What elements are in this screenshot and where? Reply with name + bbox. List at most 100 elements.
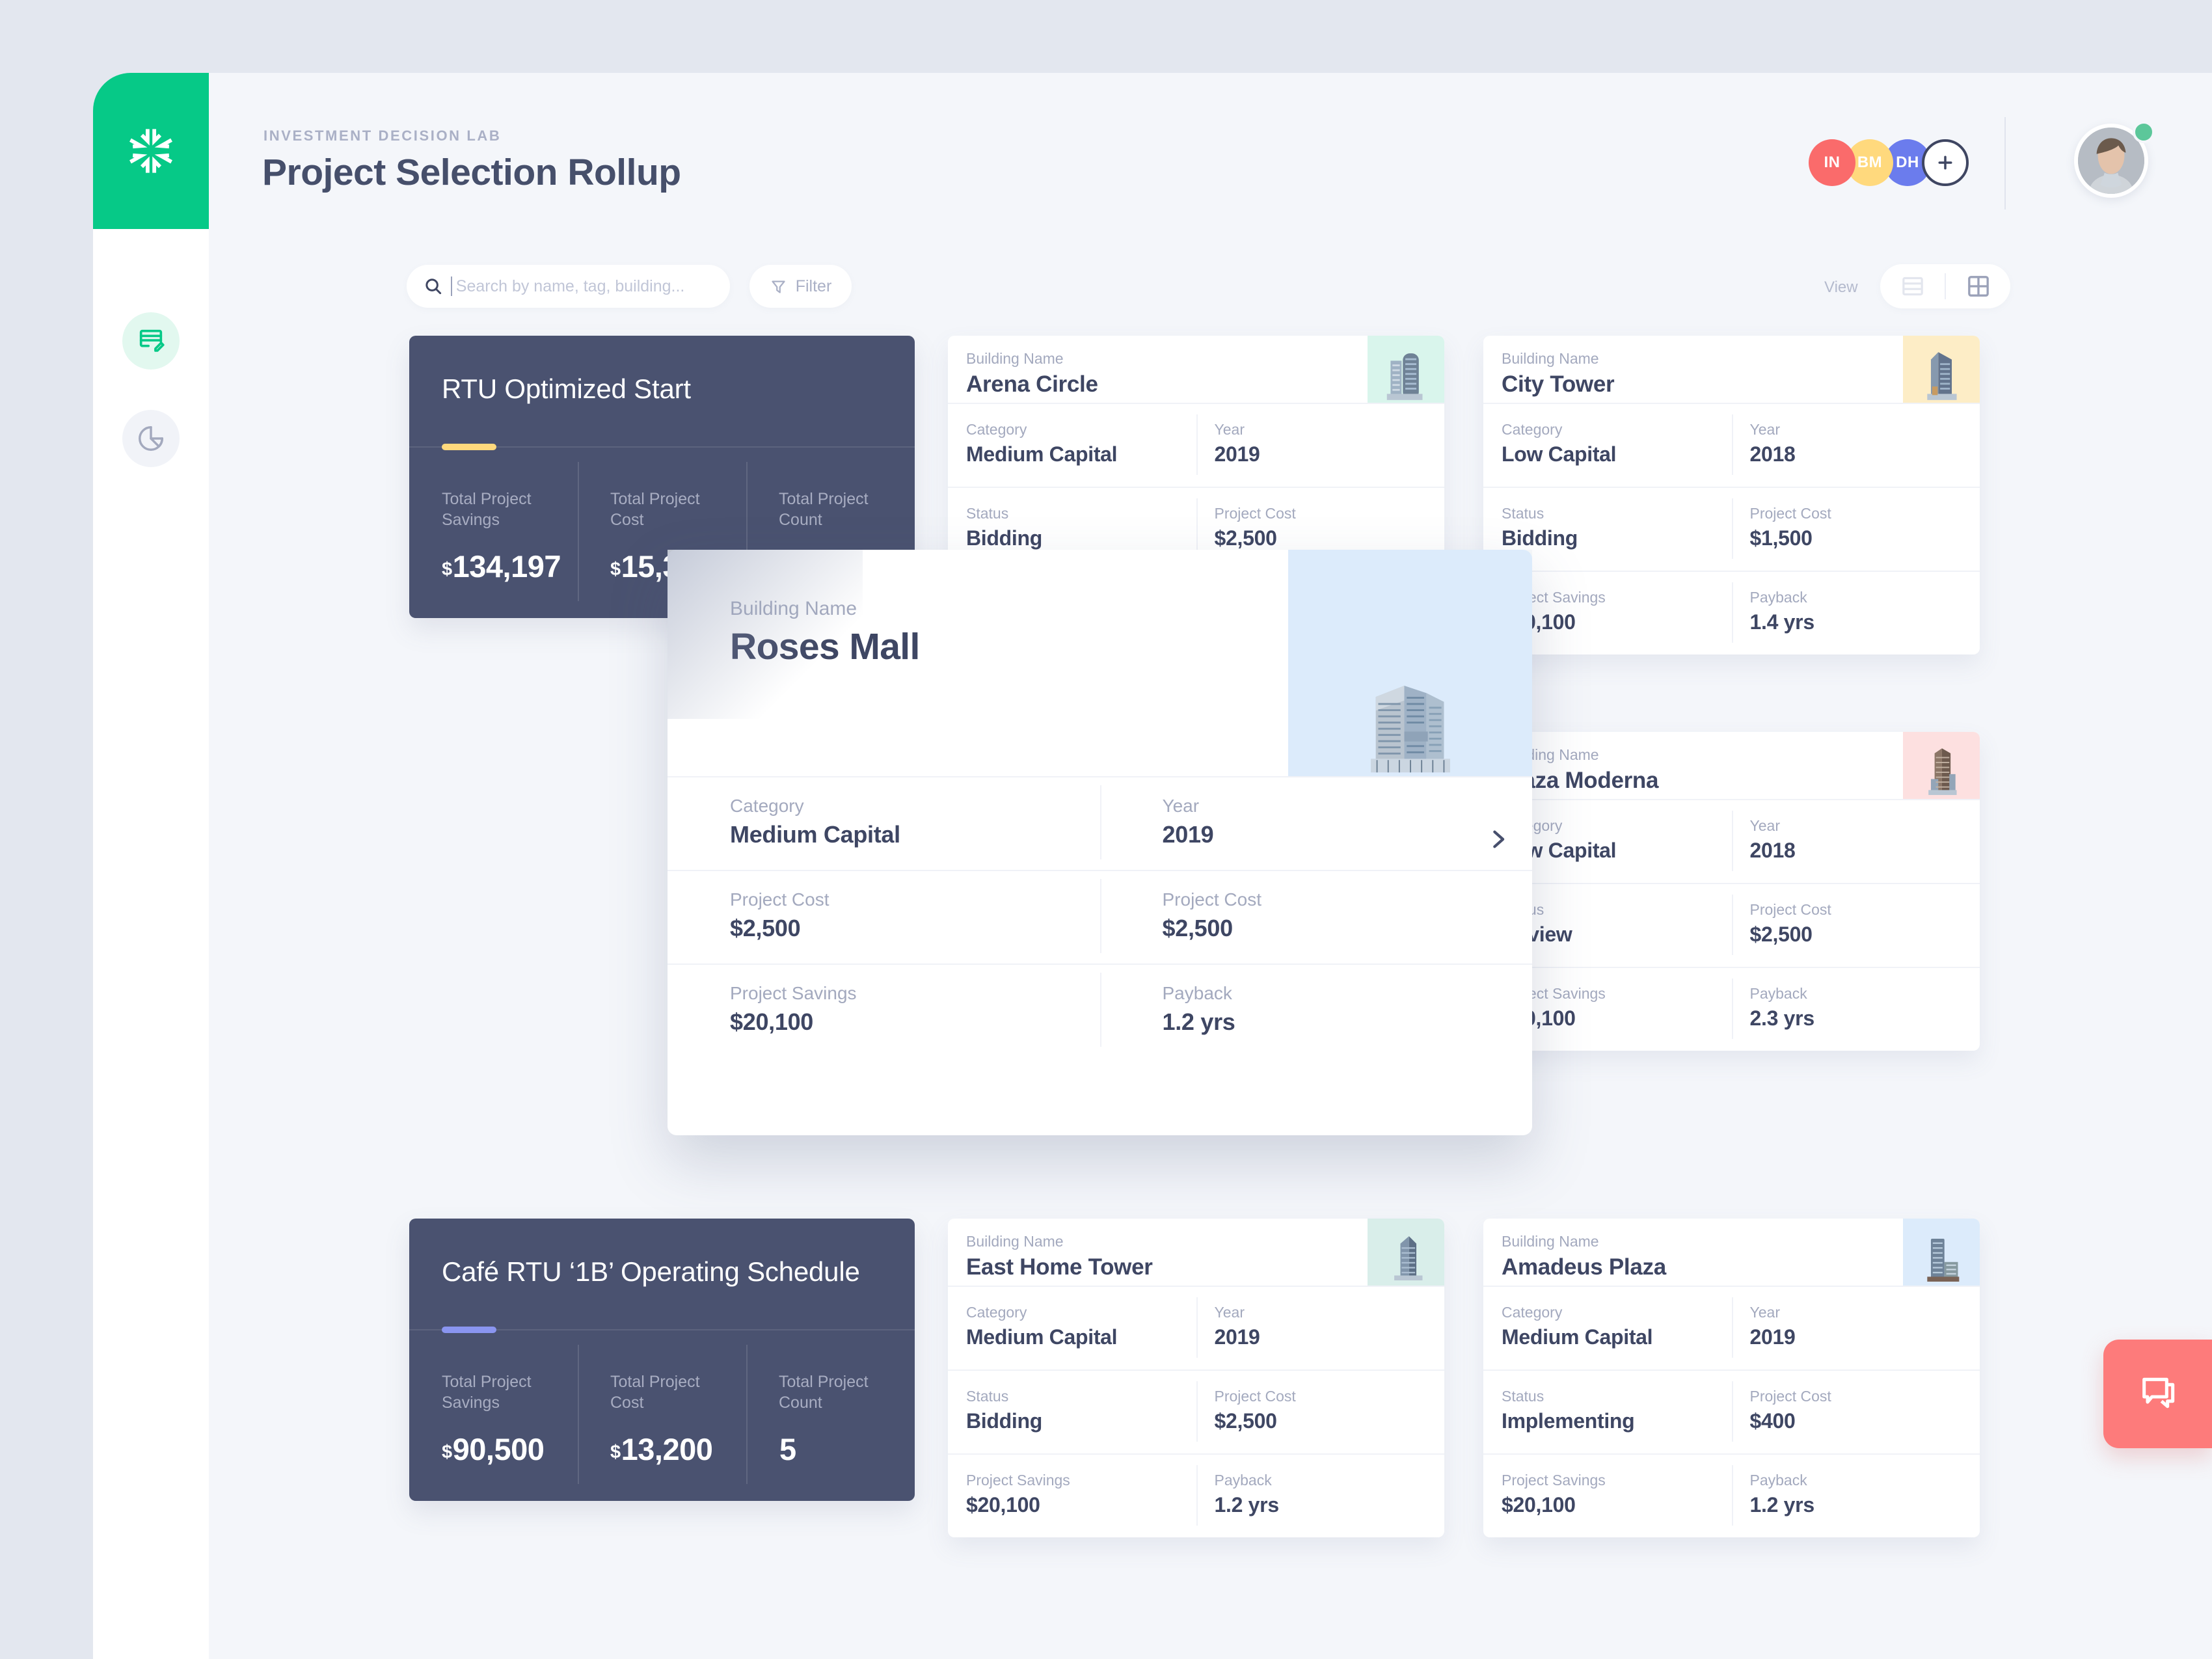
field-label: Category [730,796,804,816]
project-card-plaza-moderna[interactable]: Building Name Plaza Moderna Category Low… [1483,732,1980,1051]
field-value: 2018 [1749,442,1796,466]
stat-number: 90,500 [452,1432,545,1466]
page-title: Project Selection Rollup [262,152,681,193]
summary-stat: Total Project Count 5 [746,1329,915,1501]
building-thumbnail [1368,1219,1444,1286]
modal-row: Project Cost $2,500 Project Cost $2,500 [668,870,1532,964]
field-year: Year 2018 [1731,404,1980,487]
project-detail-modal[interactable]: Building Name Roses Mall Category Medium… [668,550,1532,1135]
stat-value: $90,500 [442,1431,578,1467]
field-payback: Payback 1.4 yrs [1731,572,1980,654]
member-avatar[interactable]: IN [1809,139,1855,186]
summary-card-cafe-rtu[interactable]: Café RTU ‘1B’ Operating Schedule Total P… [409,1219,915,1501]
project-card-header: Building Name Arena Circle [948,336,1444,403]
project-name: City Tower [1502,371,1615,397]
building-thumbnail [1903,336,1980,403]
project-card-header-text: Building Name Arena Circle [948,336,1368,403]
project-card-header-text: Building Name Plaza Moderna [1483,732,1903,799]
view-toggle[interactable] [1880,264,2010,308]
project-card-east-home-tower[interactable]: Building Name East Home Tower Category M… [948,1219,1444,1537]
field-label-building-name: Building Name [1502,746,1599,763]
search-box[interactable] [407,265,730,308]
field-value: 2019 [1214,1325,1260,1349]
field-label: Project Cost [1749,505,1831,522]
field-label: Year [1749,817,1780,834]
field-value: $20,100 [730,1008,814,1035]
project-card-row: Category Low Capital Year 2018 [1483,799,1980,883]
project-card-row: Project Savings $20,100 Payback 2.3 yrs [1483,967,1980,1051]
sidebar-item-projects[interactable] [122,312,180,370]
field-year: Year 2019 [1196,404,1445,487]
stat-label: Total Project Cost [610,490,700,529]
field-value: $2,500 [1214,526,1277,550]
field-label: Year [1214,1304,1245,1321]
add-member-button[interactable] [1922,139,1969,186]
field-label-building-name: Building Name [1502,1233,1599,1250]
modal-field-project-cost-2: Project Cost $2,500 [1099,871,1533,964]
project-card-header-text: Building Name Amadeus Plaza [1483,1219,1903,1286]
field-label-building-name: Building Name [966,1233,1064,1250]
field-year: Year 2019 [1731,1287,1980,1369]
field-category: Category Medium Capital [948,404,1196,487]
project-card-header: Building Name East Home Tower [948,1219,1444,1286]
field-value: $20,100 [1502,1006,1576,1030]
field-label: Year [1749,421,1780,438]
view-option-list[interactable] [1880,273,1945,299]
field-label: Project Cost [1162,889,1262,910]
field-value: Bidding [966,1409,1042,1433]
app-logo[interactable] [93,73,209,229]
field-payback: Payback 1.2 yrs [1731,1455,1980,1537]
stat-value: $13,200 [610,1431,746,1467]
project-card-city-tower[interactable]: Building Name City Tower Category Low Ca… [1483,336,1980,654]
field-value: $2,500 [730,915,801,941]
view-option-grid[interactable] [1946,273,2010,299]
field-project-cost: Project Cost $2,500 [1731,884,1980,967]
field-label: Project Cost [1214,1388,1296,1405]
filter-button[interactable]: Filter [749,265,852,308]
field-value: Low Capital [1502,442,1617,466]
field-value: 1.4 yrs [1749,610,1815,634]
chat-bubbles-icon [2142,1377,2174,1408]
project-card-amadeus-plaza[interactable]: Building Name Amadeus Plaza Category Med… [1483,1219,1980,1537]
search-input[interactable] [455,276,717,296]
next-project-button[interactable] [1478,819,1518,859]
project-name: Amadeus Plaza [1502,1254,1666,1280]
chat-button[interactable] [2103,1340,2212,1448]
project-card-row: Status Bidding Project Cost $2,500 [948,1369,1444,1453]
field-label: Category [966,421,1027,438]
modal-field-year: Year 2019 [1099,777,1533,870]
search-icon [425,278,442,295]
field-label-building-name: Building Name [1502,350,1599,367]
chevron-right-icon [1493,830,1505,848]
modal-field-category: Category Medium Capital [668,777,1100,870]
sidebar-item-reports[interactable] [122,410,180,467]
field-label: Project Cost [730,889,830,910]
field-value: $2,500 [1214,1409,1277,1433]
field-payback: Payback 1.2 yrs [1196,1455,1445,1537]
sidebar [93,73,209,1659]
plus-icon [1938,155,1952,170]
field-year: Year 2018 [1731,800,1980,883]
document-edit-icon [139,329,165,352]
field-payback: Payback 2.3 yrs [1731,968,1980,1051]
modal-project-name: Roses Mall [730,626,920,668]
field-label: Year [1749,1304,1780,1321]
building-thumbnail [1368,336,1444,403]
building-thumbnail [1903,732,1980,799]
field-value: 2019 [1214,442,1260,466]
currency-symbol: $ [610,1442,621,1463]
field-value: Bidding [966,526,1042,550]
field-value: Medium Capital [1502,1325,1653,1349]
list-view-icon [1902,276,1923,296]
summary-card-title: RTU Optimized Start [442,373,691,404]
field-value: 2019 [1162,821,1214,848]
field-label: Category [1502,421,1563,438]
modal-row: Category Medium Capital Year 2019 [668,776,1532,870]
field-value: $20,100 [1502,610,1576,634]
filter-label: Filter [795,276,832,295]
field-value: Medium Capital [966,442,1118,466]
field-year: Year 2019 [1196,1287,1445,1369]
project-card-header: Building Name Amadeus Plaza [1483,1219,1980,1286]
field-label: Category [1502,816,1732,836]
project-card-row: Category Low Capital Year 2018 [1483,403,1980,487]
